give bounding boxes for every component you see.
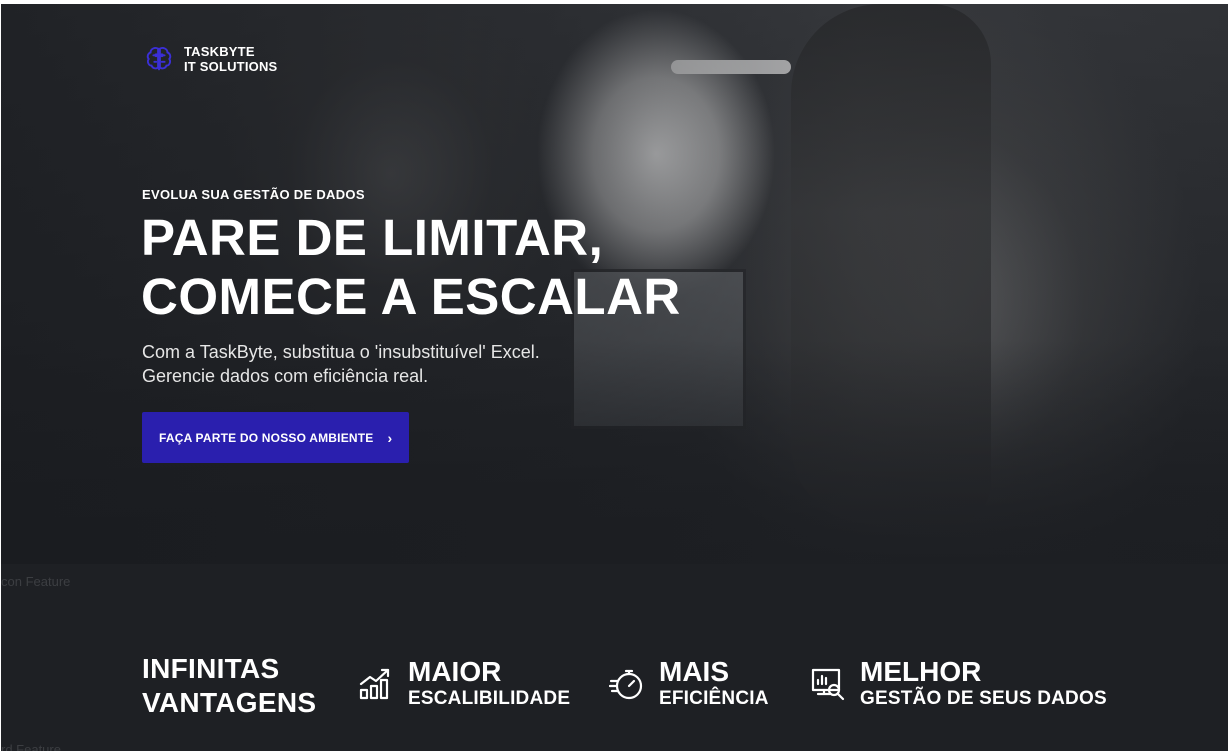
feature-small-label: EFICIÊNCIA — [659, 688, 769, 709]
features-title-line-1: INFINITAS — [142, 653, 280, 684]
feature-data-management: MELHOR GESTÃO DE SEUS DADOS — [810, 656, 1107, 710]
feature-small-label: GESTÃO DE SEUS DADOS — [860, 688, 1107, 709]
feature-big-label: MELHOR — [860, 656, 982, 687]
feature-big-label: MAIS — [659, 656, 729, 687]
chevron-right-icon: › — [387, 429, 393, 446]
feature-small-label: ESCALIBILIDADE — [408, 688, 571, 709]
hero-headline: PARE DE LIMITAR, COMECE A ESCALAR — [141, 208, 681, 326]
features-title: INFINITAS VANTAGENS — [142, 652, 316, 720]
headline-line-2: COMECE A ESCALAR — [141, 268, 681, 325]
feature-efficiency: MAIS EFICIÊNCIA — [609, 656, 769, 710]
stopwatch-icon — [609, 669, 643, 700]
growth-chart-icon — [359, 668, 390, 700]
features-title-line-2: VANTAGENS — [142, 687, 317, 718]
landing-page: TASKBYTE IT SOLUTIONS EVOLUA SUA GESTÃO … — [1, 4, 1228, 751]
feature-big-label: MAIOR — [408, 656, 502, 687]
hero-eyebrow: EVOLUA SUA GESTÃO DE DADOS — [142, 187, 365, 202]
brain-icon — [146, 47, 172, 71]
cta-label: FAÇA PARTE DO NOSSO AMBIENTE — [159, 430, 374, 445]
brand-name: TASKBYTE IT SOLUTIONS — [184, 44, 277, 74]
brand-line-2: IT SOLUTIONS — [184, 59, 278, 74]
faint-feature-label-2: rd Feature — [1, 742, 61, 751]
feature-scalability: MAIOR ESCALIBILIDADE — [358, 656, 570, 710]
faint-feature-label: con Feature — [1, 574, 71, 589]
join-cta-button[interactable]: FAÇA PARTE DO NOSSO AMBIENTE › — [142, 412, 409, 463]
subtitle-line-1: Com a TaskByte, substitua o 'insubstituí… — [142, 342, 540, 362]
brand-line-1: TASKBYTE — [184, 44, 255, 59]
monitor-search-icon — [811, 668, 845, 701]
headline-line-1: PARE DE LIMITAR, — [141, 209, 604, 266]
brand-logo[interactable]: TASKBYTE IT SOLUTIONS — [144, 44, 277, 74]
hero-subtitle: Com a TaskByte, substitua o 'insubstituí… — [142, 340, 540, 388]
subtitle-line-2: Gerencie dados com eficiência real. — [142, 366, 429, 386]
